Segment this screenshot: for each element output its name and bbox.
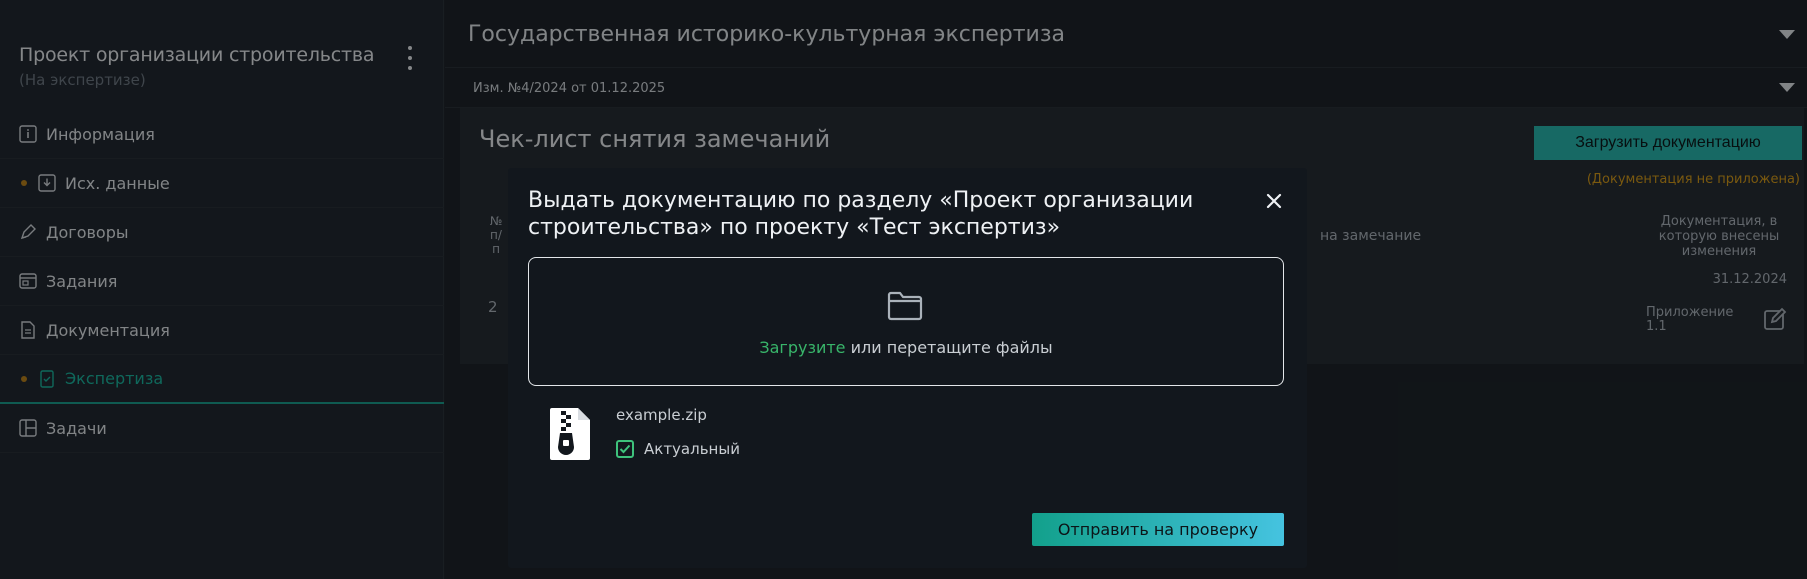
issue-documentation-dialog: Выдать документацию по разделу «Проект о… [508, 168, 1307, 568]
zip-file-icon [548, 406, 592, 462]
checkbox-label: Актуальный [644, 440, 740, 458]
dropzone-hint: или перетащите файлы [850, 338, 1053, 357]
dropzone-text: Загрузите или перетащите файлы [529, 338, 1283, 357]
file-dropzone[interactable]: Загрузите или перетащите файлы [528, 257, 1284, 386]
submit-for-review-button[interactable]: Отправить на проверку [1032, 513, 1284, 546]
checkbox-checked-icon[interactable] [616, 440, 634, 458]
file-name: example.zip [616, 406, 707, 424]
close-icon[interactable] [1264, 191, 1284, 211]
upload-link[interactable]: Загрузите [759, 338, 845, 357]
dialog-title: Выдать документацию по разделу «Проект о… [528, 188, 1194, 240]
folder-icon [886, 290, 924, 322]
actual-checkbox[interactable]: Актуальный [616, 440, 740, 458]
